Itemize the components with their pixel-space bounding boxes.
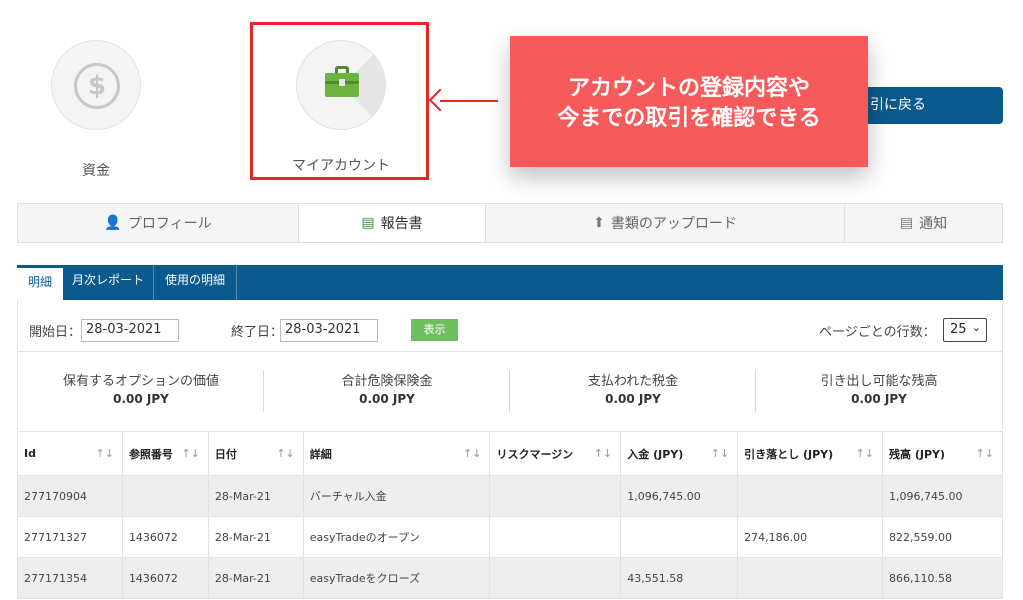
account-section-tabs: 👤 プロフィール ▤ 報告書 ⬆ 書類のアップロード ▤ 通知 <box>17 203 1003 243</box>
statement-filter-panel: 開始日： 28-03-2021 終了日： 28-03-2021 表示 ページごと… <box>17 300 1003 430</box>
tab-notifications[interactable]: ▤ 通知 <box>844 204 1002 242</box>
dollar-icon: $ <box>74 63 120 109</box>
report-icon: ▤ <box>361 215 375 231</box>
column-header-details[interactable]: 詳細 ↑↓ <box>302 431 491 476</box>
statement-table: Id ↑↓ 参照番号 ↑↓ 日付 ↑↓ 詳細 ↑↓ リスクマージン ↑↓ 入金 (JPY)… <box>17 431 1003 599</box>
sort-icon: ↑↓ <box>463 447 482 460</box>
sort-icon: ↑↓ <box>975 447 994 460</box>
summary-taxes-paid: 支払われた税金 0.00 JPY <box>510 370 756 412</box>
sort-icon: ↑↓ <box>95 447 114 460</box>
sort-icon: ↑↓ <box>855 447 875 460</box>
sort-icon: ↑↓ <box>593 447 613 460</box>
account-summary: 保有するオプションの価値 0.00 JPY 合計危険保険金 0.00 JPY 支払わ… <box>18 370 1002 412</box>
end-date-label: 終了日： <box>231 325 284 340</box>
sort-icon: ↑↓ <box>181 447 200 460</box>
subtab-monthly-report[interactable]: 月次レポート <box>63 265 154 300</box>
table-row: 277171354 1436072 28-Mar-21 easyTradeをクロ… <box>17 557 1003 599</box>
summary-withdrawable-balance: 引き出し可能な残高 0.00 JPY <box>820 374 938 406</box>
subtab-usage-statement[interactable]: 使用の明細 <box>154 265 237 300</box>
report-subtabs-bar: 明細 月次レポート 使用の明細 <box>17 265 1003 301</box>
start-date-input[interactable]: 28-03-2021 <box>81 319 179 342</box>
column-header-withdrawal[interactable]: 引き落とし (JPY) ↑↓ <box>737 431 884 476</box>
tab-document-upload[interactable]: ⬆ 書類のアップロード <box>486 204 844 242</box>
tab-reports[interactable]: ▤ 報告書 <box>298 204 486 242</box>
column-header-balance[interactable]: 残高 (JPY) ↑↓ <box>882 431 1003 476</box>
funds-label: 資金 <box>82 163 110 179</box>
column-header-id[interactable]: Id ↑↓ <box>17 431 123 476</box>
my-account-tile[interactable]: マイアカウント <box>292 40 390 175</box>
sort-icon: ↑↓ <box>710 447 730 460</box>
rows-per-page-select[interactable]: 25 ⌄ <box>943 318 987 342</box>
callout-annotation: アカウントの登録内容や 今までの取引を確認できる <box>510 36 868 167</box>
summary-option-value: 保有するオプションの価値 0.00 JPY <box>18 370 264 412</box>
chevron-down-icon: ⌄ <box>971 321 981 334</box>
arrow-head <box>428 88 452 112</box>
column-header-deposit[interactable]: 入金 (JPY) ↑↓ <box>620 431 739 476</box>
column-header-reference[interactable]: 参照番号 ↑↓ <box>121 431 209 476</box>
table-header-row: Id ↑↓ 参照番号 ↑↓ 日付 ↑↓ 詳細 ↑↓ リスクマージン ↑↓ 入金 (JPY)… <box>17 431 1003 476</box>
callout-line-2: 今までの取引を確認できる <box>557 106 821 131</box>
upload-icon: ⬆ <box>593 215 605 231</box>
my-account-label: マイアカウント <box>292 158 390 174</box>
callout-line-1: アカウントの登録内容や <box>567 76 810 101</box>
table-row: 277170904 28-Mar-21 バーチャル入金 1,096,745.00… <box>17 475 1003 517</box>
funds-icon-circle: $ <box>51 40 141 130</box>
show-button[interactable]: 表示 <box>411 319 458 341</box>
sort-icon: ↑↓ <box>276 447 295 460</box>
rows-per-page-label: ページごとの行数： <box>819 325 936 340</box>
table-row: 277171327 1436072 28-Mar-21 easyTradeのオー… <box>17 516 1003 558</box>
summary-total-risk: 合計危険保険金 0.00 JPY <box>264 370 510 412</box>
column-header-date[interactable]: 日付 ↑↓ <box>207 431 304 476</box>
account-icon-circle <box>296 40 386 130</box>
notice-icon: ▤ <box>899 215 914 231</box>
column-header-risk-margin[interactable]: リスクマージン ↑↓ <box>489 431 622 476</box>
user-icon: 👤 <box>104 215 122 231</box>
end-date-input[interactable]: 28-03-2021 <box>280 319 378 342</box>
tab-profile[interactable]: 👤 プロフィール <box>18 204 298 242</box>
funds-tile[interactable]: $ 資金 <box>50 40 142 180</box>
back-to-trading-button[interactable]: 引に戻る <box>850 87 1003 124</box>
start-date-label: 開始日： <box>29 325 82 340</box>
subtab-statement[interactable]: 明細 <box>17 265 63 301</box>
